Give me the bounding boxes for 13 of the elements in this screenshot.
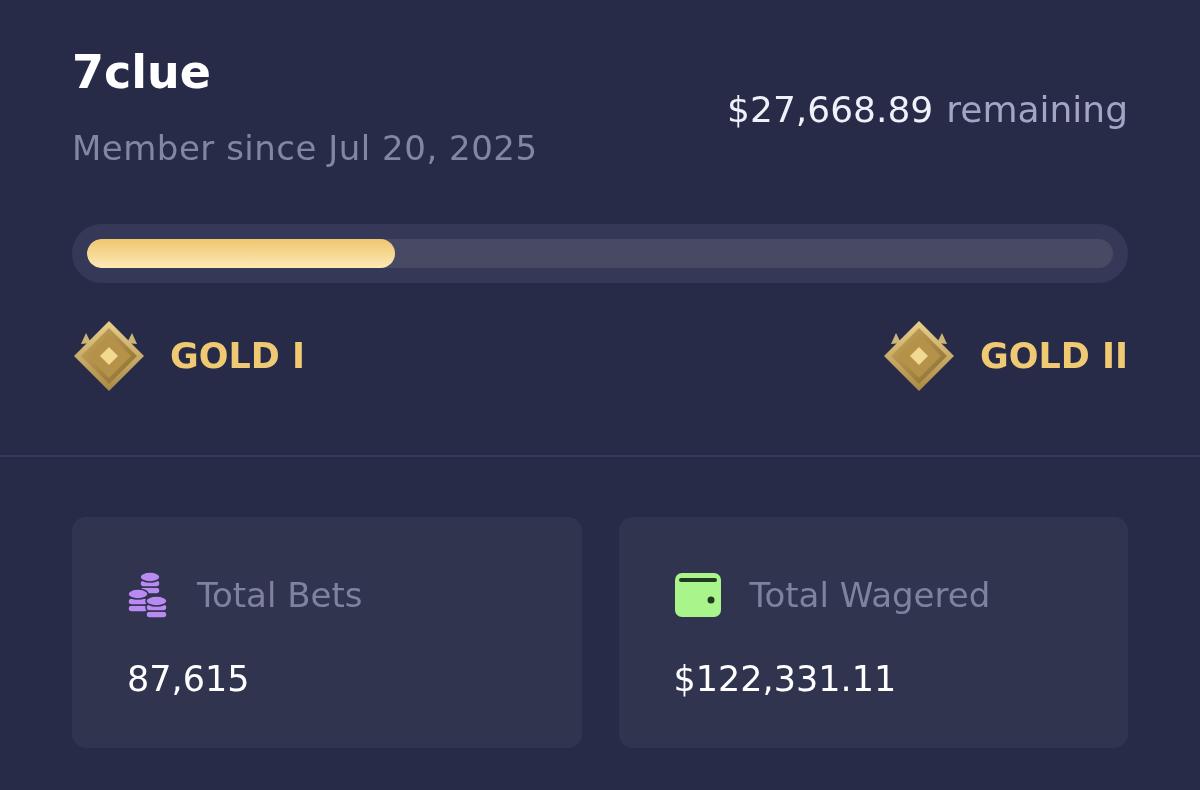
rank-label: GOLD II — [979, 335, 1128, 378]
member-since-text: Member since Jul 20, 2025 — [72, 128, 538, 168]
rank-label: GOLD I — [170, 335, 306, 378]
coin-stack-icon — [127, 571, 169, 619]
wallet-icon — [673, 572, 722, 618]
stat-label: Total Wagered — [749, 574, 991, 617]
stat-label: Total Bets — [197, 574, 363, 617]
remaining-label: remaining — [946, 88, 1128, 132]
username: 7clue — [72, 44, 212, 100]
remaining-amount: $27,668.89 — [727, 88, 934, 132]
stat-value: 87,615 — [127, 658, 251, 701]
stat-value: $122,331.11 — [673, 658, 898, 701]
rank-emblem-icon — [72, 321, 146, 391]
